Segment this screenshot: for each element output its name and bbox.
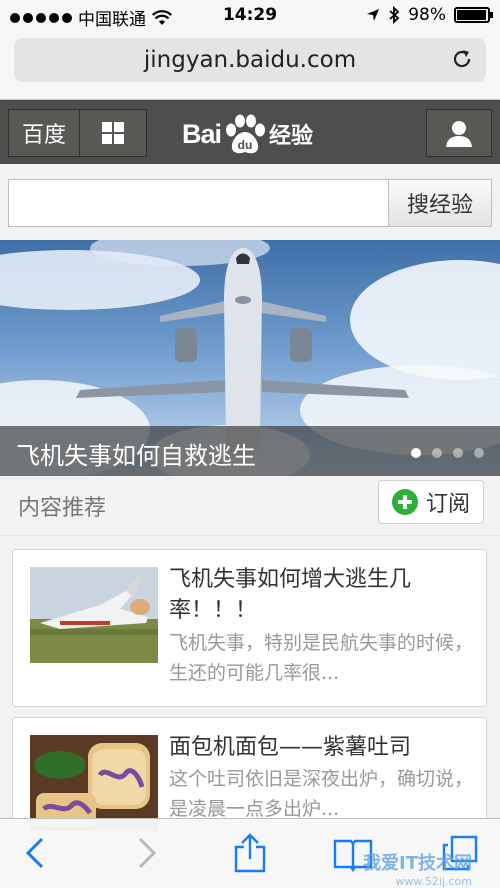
user-account-button[interactable] <box>426 109 492 157</box>
app-screen: 中国联通 14:29 98% jingyan.baidu.com 百度 Bai … <box>0 0 500 888</box>
site-watermark: 我爱IT技术网 www.52ij.com <box>363 849 472 888</box>
back-icon[interactable] <box>16 833 56 873</box>
watermark-sub: www.52ij.com <box>395 875 472 888</box>
address-bar[interactable]: jingyan.baidu.com <box>14 38 486 82</box>
watermark-main: 我爱IT技术网 <box>363 853 472 874</box>
article-thumbnail <box>30 567 158 663</box>
banner-caption: 飞机失事如何自救逃生 <box>0 426 500 476</box>
pager-dot[interactable] <box>411 448 421 458</box>
browser-chrome: jingyan.baidu.com <box>0 32 500 100</box>
article-description: 飞机失事，特别是民航失事的时候，生还的可能几率很... <box>169 632 474 684</box>
banner-pager[interactable] <box>411 448 484 458</box>
article-description: 这个吐司依旧是深夜出炉，确切说，是凌晨一点多出炉... <box>169 768 474 820</box>
search-input[interactable] <box>8 179 390 227</box>
pager-dot[interactable] <box>474 448 484 458</box>
article-title[interactable]: 面包机面包——紫薯吐司 <box>169 732 474 763</box>
logo-du-text: du <box>238 138 253 152</box>
grid-icon <box>102 122 124 144</box>
browser-toolbar: 我爱IT技术网 www.52ij.com <box>0 818 500 888</box>
forward-icon[interactable] <box>126 833 166 873</box>
reload-icon[interactable] <box>450 47 474 71</box>
search-button[interactable]: 搜经验 <box>388 179 492 227</box>
search-bar: 搜经验 <box>0 164 500 240</box>
subscribe-button[interactable]: 订阅 <box>378 480 484 524</box>
logo-jingyan-text: 经验 <box>269 124 314 149</box>
apps-menu-button[interactable] <box>79 109 147 157</box>
banner-caption-text: 飞机失事如何自救逃生 <box>16 442 256 470</box>
article-card[interactable]: 飞机失事如何增大逃生几率！！！ 飞机失事，特别是民航失事的时候，生还的可能几率很… <box>12 549 487 707</box>
url-text[interactable]: jingyan.baidu.com <box>14 47 486 73</box>
bluetooth-icon <box>389 6 400 24</box>
hero-banner[interactable]: 飞机失事如何自救逃生 <box>0 240 500 476</box>
plus-icon <box>391 489 418 515</box>
article-title[interactable]: 飞机失事如何增大逃生几率！！！ <box>169 564 474 626</box>
battery-icon <box>454 7 493 23</box>
status-bar: 中国联通 14:29 98% <box>0 0 500 32</box>
logo-bai-text: Bai <box>182 118 222 149</box>
site-header: 百度 Bai du 经验 <box>0 100 500 164</box>
battery-percent: 98% <box>408 5 446 25</box>
subscribe-label: 订阅 <box>425 492 470 517</box>
section-title: 内容推荐 <box>18 496 107 521</box>
share-icon[interactable] <box>230 833 270 873</box>
pager-dot[interactable] <box>453 448 463 458</box>
baidu-home-button[interactable]: 百度 <box>8 109 80 157</box>
baidu-paw-icon: du <box>226 114 266 154</box>
pager-dot[interactable] <box>432 448 442 458</box>
baidu-jingyan-logo[interactable]: Bai du 经验 <box>182 112 313 156</box>
location-arrow-icon <box>367 9 380 21</box>
article-thumbnail <box>30 735 158 831</box>
section-header: 内容推荐 订阅 <box>0 476 500 536</box>
user-icon <box>446 121 472 147</box>
